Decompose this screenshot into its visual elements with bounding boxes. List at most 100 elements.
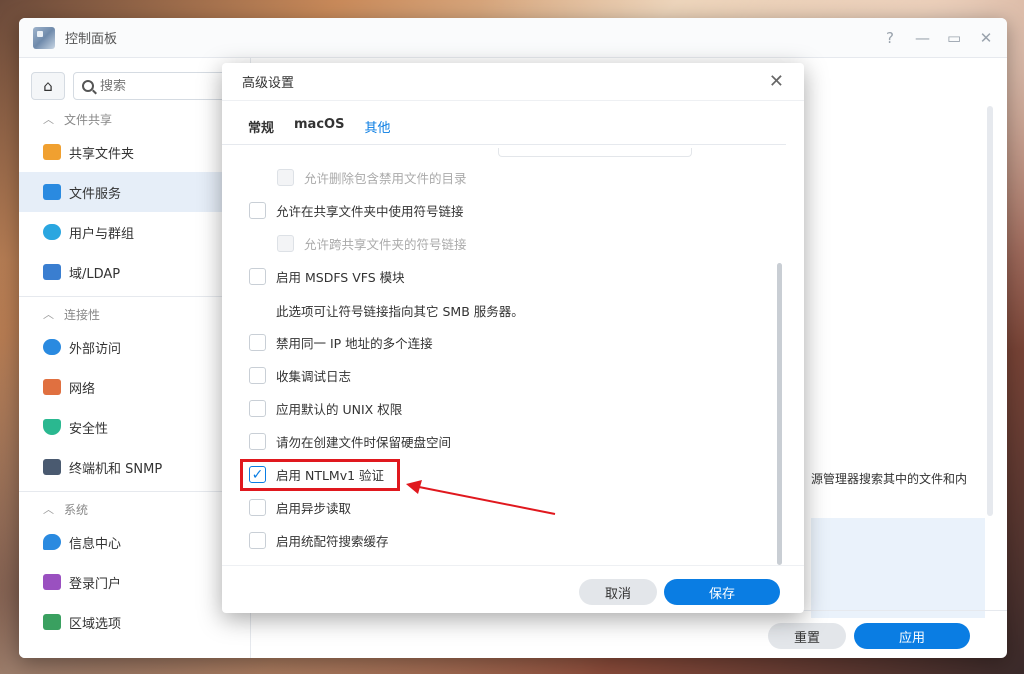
option-debug-log[interactable]: 收集调试日志	[249, 366, 351, 385]
main-description-text: 源管理器搜索其中的文件和内	[811, 472, 968, 486]
annotation-arrow	[406, 480, 556, 515]
sidebar-item-info-center[interactable]: 信息中心	[19, 522, 250, 562]
sidebar-item-shared-folder[interactable]: 共享文件夹	[19, 132, 250, 172]
chevron-up-icon: ︿	[43, 308, 54, 321]
option-no-reserve-space[interactable]: 请勿在创建文件时保留硬盘空间	[249, 432, 451, 451]
checkbox[interactable]	[249, 433, 266, 450]
sidebar-item-login-portal[interactable]: 登录门户	[19, 562, 250, 602]
terminal-icon	[43, 459, 61, 475]
sidebar-item-network[interactable]: 网络	[19, 367, 250, 407]
divider	[19, 296, 250, 297]
dialog-tabs: 常规 macOS 其他	[222, 101, 786, 145]
option-label: 收集调试日志	[276, 369, 352, 384]
sidebar-item-security[interactable]: 安全性	[19, 407, 250, 447]
search-icon	[82, 80, 94, 92]
external-access-icon	[43, 339, 61, 355]
checkbox[interactable]	[249, 532, 266, 549]
sidebar-item-label: 区域选项	[69, 616, 122, 632]
maximize-icon[interactable]: ▭	[947, 29, 961, 47]
option-label: 请勿在创建文件时保留硬盘空间	[276, 435, 452, 450]
annotation-highlight-box	[240, 459, 400, 491]
checkbox[interactable]	[249, 268, 266, 285]
option-allow-wide-links[interactable]: 允许跨共享文件夹的符号链接	[277, 234, 467, 253]
option-label: 允许跨共享文件夹的符号链接	[304, 237, 467, 252]
section-connectivity[interactable]: ︿ 连接性	[19, 301, 250, 327]
sidebar-item-regional-options[interactable]: 区域选项	[19, 602, 250, 642]
section-system[interactable]: ︿ 系统	[19, 496, 250, 522]
option-allow-symlinks[interactable]: 允许在共享文件夹中使用符号链接	[249, 201, 464, 220]
option-allow-delete-vetoed-dirs[interactable]: 允许删除包含禁用文件的目录	[277, 168, 467, 187]
option-disable-multi-conn[interactable]: 禁用同一 IP 地址的多个连接	[249, 333, 433, 352]
help-icon[interactable]: ?	[883, 29, 897, 47]
divider	[19, 491, 250, 492]
info-pin-icon	[43, 534, 61, 550]
sidebar-item-label: 共享文件夹	[69, 146, 135, 162]
title-bar: 控制面板 ? — ▭ ✕	[19, 18, 1007, 58]
checkbox[interactable]	[249, 499, 266, 516]
option-label: 允许在共享文件夹中使用符号链接	[276, 204, 464, 219]
checkbox[interactable]	[249, 400, 266, 417]
search-box[interactable]	[73, 72, 238, 100]
section-label: 文件共享	[64, 112, 113, 127]
file-services-icon	[43, 184, 61, 200]
option-label: 允许删除包含禁用文件的目录	[304, 171, 467, 186]
checkbox[interactable]	[249, 367, 266, 384]
option-msdfs-vfs[interactable]: 启用 MSDFS VFS 模块	[249, 267, 405, 286]
dialog-scrollbar[interactable]	[777, 263, 782, 565]
close-icon[interactable]: ✕	[979, 29, 993, 47]
shield-icon	[43, 419, 61, 435]
save-button[interactable]: 保存	[664, 579, 780, 605]
reset-button[interactable]: 重置	[768, 623, 846, 649]
dialog-title: 高级设置	[242, 76, 295, 91]
sidebar-item-label: 网络	[69, 381, 96, 397]
checkbox[interactable]	[249, 334, 266, 351]
sidebar-item-label: 登录门户	[69, 576, 122, 592]
folder-icon	[43, 144, 61, 160]
login-portal-icon	[43, 574, 61, 590]
sidebar-item-label: 文件服务	[69, 186, 122, 202]
sidebar-item-label: 信息中心	[69, 536, 122, 552]
section-label: 连接性	[64, 307, 101, 322]
option-label: 启用异步读取	[276, 501, 352, 516]
option-wildcard-cache[interactable]: 启用统配符搜索缓存	[249, 531, 389, 550]
window-controls: ? — ▭ ✕	[883, 29, 993, 47]
advanced-settings-dialog: 高级设置 ✕ 常规 macOS 其他 允许删除包含禁用文件的目录 允许在共享文件…	[222, 63, 804, 613]
home-button[interactable]: ⌂	[31, 72, 65, 100]
dialog-footer: 取消 保存	[222, 565, 804, 613]
checkbox[interactable]	[277, 235, 294, 252]
sidebar-item-users-groups[interactable]: 用户与群组	[19, 212, 250, 252]
checkbox[interactable]	[249, 202, 266, 219]
checkbox[interactable]	[277, 169, 294, 186]
main-info-panel	[811, 518, 985, 618]
sidebar-item-file-services[interactable]: 文件服务	[19, 172, 250, 212]
users-icon	[43, 224, 61, 240]
option-async-read[interactable]: 启用异步读取	[249, 498, 351, 517]
control-panel-app-icon	[33, 26, 55, 49]
sidebar-item-label: 用户与群组	[69, 226, 135, 242]
option-label: 应用默认的 UNIX 权限	[276, 402, 403, 417]
apply-button[interactable]: 应用	[854, 623, 970, 649]
sidebar-item-domain-ldap[interactable]: 域/LDAP	[19, 252, 250, 292]
sidebar-item-label: 域/LDAP	[69, 266, 121, 282]
tab-macos[interactable]: macOS	[294, 117, 344, 144]
tab-other[interactable]: 其他	[364, 117, 390, 144]
option-label: 启用 MSDFS VFS 模块	[276, 270, 405, 285]
cancel-button[interactable]: 取消	[579, 579, 657, 605]
option-label: 启用统配符搜索缓存	[276, 534, 389, 549]
network-house-icon	[43, 379, 61, 395]
sidebar-item-terminal-snmp[interactable]: 终端机和 SNMP	[19, 447, 250, 487]
minimize-icon[interactable]: —	[915, 29, 930, 47]
chevron-up-icon: ︿	[43, 503, 54, 516]
option-note: 此选项可让符号链接指向其它 SMB 服务器。	[276, 304, 524, 319]
section-file-sharing[interactable]: ︿ 文件共享	[19, 106, 250, 132]
sidebar-item-label: 终端机和 SNMP	[69, 461, 163, 477]
close-icon[interactable]: ✕	[769, 71, 784, 92]
regional-icon	[43, 614, 61, 630]
option-label: 禁用同一 IP 地址的多个连接	[276, 336, 433, 351]
search-input[interactable]	[100, 78, 200, 94]
option-unix-permissions[interactable]: 应用默认的 UNIX 权限	[249, 399, 402, 418]
tab-general[interactable]: 常规	[248, 117, 274, 144]
main-scrollbar[interactable]	[987, 106, 993, 516]
sidebar: ⌂ ︿ 文件共享 共享文件夹 文件服务 用户与群组 域/LDAP	[19, 58, 251, 658]
sidebar-item-external-access[interactable]: 外部访问	[19, 327, 250, 367]
